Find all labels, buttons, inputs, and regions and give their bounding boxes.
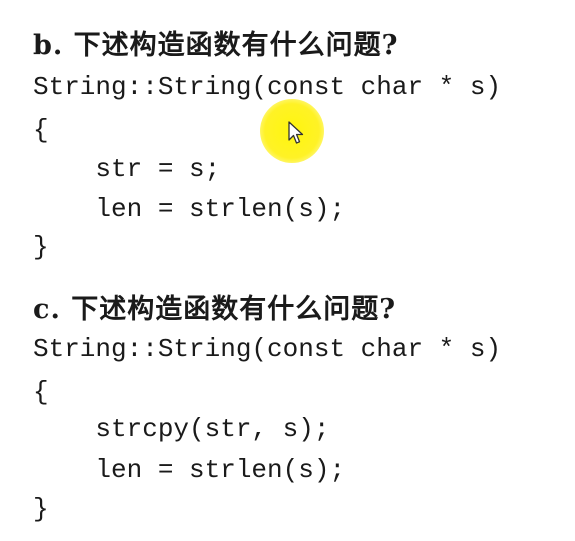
code-line: } [33, 494, 49, 524]
code-line: String::String(const char * s) [33, 72, 502, 102]
question-c-heading: c. 下述构造函数有什么问题? [33, 294, 397, 325]
code-line: len = strlen(s); [33, 194, 346, 224]
question-b-heading: b. 下述构造函数有什么问题? [33, 30, 399, 61]
code-line: str = s; [33, 154, 221, 184]
code-line: { [33, 115, 49, 145]
document-page: b. 下述构造函数有什么问题? String::String(const cha… [0, 0, 575, 541]
code-line: len = strlen(s); [33, 455, 346, 485]
code-line: String::String(const char * s) [33, 334, 502, 364]
code-line: strcpy(str, s); [33, 414, 330, 444]
code-line: } [33, 232, 49, 262]
code-line: { [33, 377, 49, 407]
mouse-pointer-icon [288, 121, 304, 144]
